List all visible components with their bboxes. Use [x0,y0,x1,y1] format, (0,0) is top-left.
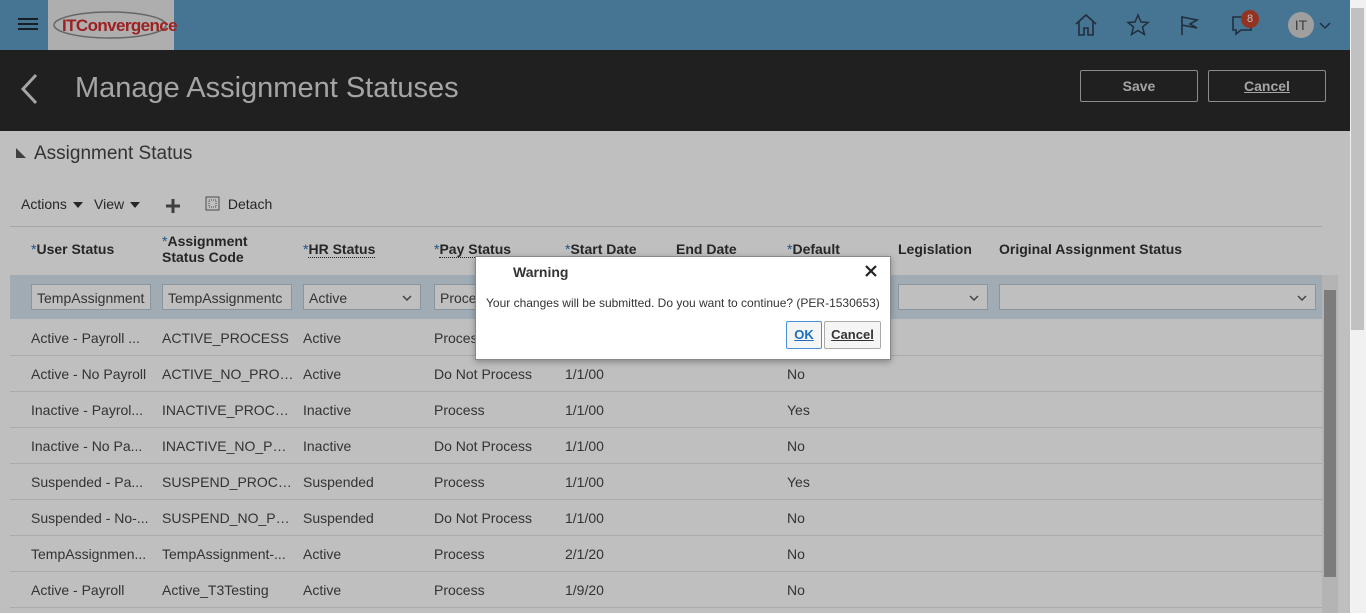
dialog-title: Warning [513,264,569,280]
ok-button[interactable]: OK [786,321,822,349]
close-icon[interactable] [864,264,878,278]
dialog-cancel-button[interactable]: Cancel [824,321,881,349]
warning-dialog: Warning Your changes will be submitted. … [475,256,891,360]
page-scroll-thumb[interactable] [1351,8,1364,330]
dialog-message: Your changes will be submitted. Do you w… [486,296,880,310]
